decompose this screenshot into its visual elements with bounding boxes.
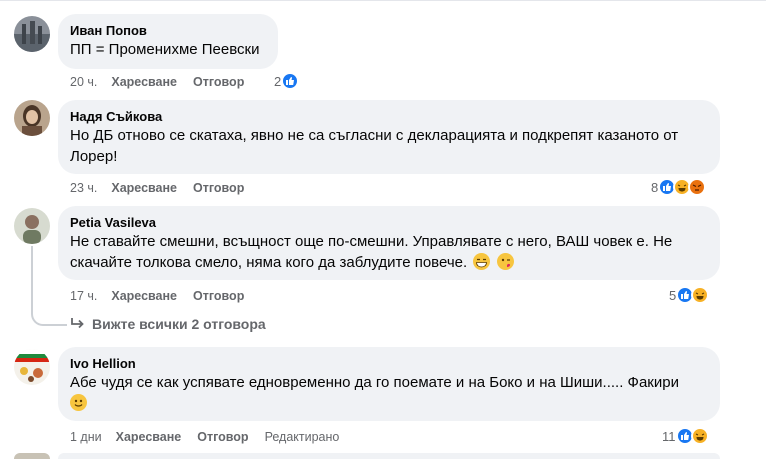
grin-emoji-icon bbox=[473, 253, 491, 270]
comment-text-line: Абе чудя се как успявате едновременно да… bbox=[70, 374, 679, 391]
like-button[interactable]: Харесване bbox=[111, 74, 177, 90]
reply-button[interactable]: Отговор bbox=[193, 74, 244, 90]
comment-author[interactable]: Petia Vasileva bbox=[70, 214, 708, 231]
reply-button[interactable]: Отговор bbox=[197, 429, 248, 445]
avatar[interactable] bbox=[14, 208, 50, 244]
comment-text: ПП = Променихме Пеевски bbox=[70, 41, 260, 58]
like-button[interactable]: Харесване bbox=[111, 288, 177, 304]
comment-bubble: Petia Vasileva Не ставайте смешни, всъщн… bbox=[58, 206, 720, 280]
view-replies-label: Вижте всички 2 отговора bbox=[92, 316, 266, 332]
reply-arrow-icon bbox=[71, 318, 84, 329]
avatar[interactable] bbox=[14, 349, 50, 385]
comment-author[interactable]: Иван Попов bbox=[70, 22, 266, 39]
reaction-summary[interactable]: 2 bbox=[274, 72, 300, 90]
thread-connector-line bbox=[31, 246, 67, 326]
next-comment-bubble-partial bbox=[58, 453, 720, 459]
comment-text-segment: скачайте толкова смело, няма кого да заб… bbox=[70, 254, 468, 271]
comment-text-line: скачайте толкова смело, няма кого да заб… bbox=[70, 252, 708, 273]
comment-bubble: Иван Попов ПП = Променихме Пеевски bbox=[58, 14, 278, 69]
comment-time[interactable]: 23 ч. bbox=[70, 180, 97, 196]
comment-time[interactable]: 1 дни bbox=[70, 429, 102, 445]
reaction-count: 2 bbox=[274, 73, 282, 89]
comment-actions: 23 ч. Харесване Отговор bbox=[70, 180, 260, 196]
angry-reaction-icon bbox=[688, 178, 707, 196]
reaction-summary[interactable]: 8 bbox=[651, 178, 707, 196]
view-replies-link[interactable]: Вижте всички 2 отговора bbox=[70, 316, 266, 332]
comment-text-line: Лорер! bbox=[70, 148, 118, 165]
comment-text-line: Не ставайте смешни, всъщност още по-смеш… bbox=[70, 233, 673, 250]
comment-author[interactable]: Ivo Hellion bbox=[70, 355, 708, 372]
reaction-summary[interactable]: 11 bbox=[662, 427, 709, 445]
next-avatar-partial bbox=[14, 453, 50, 459]
comment-item: Ivo Hellion Абе чудя се как успявате едн… bbox=[0, 347, 766, 459]
smile-emoji-icon bbox=[70, 394, 87, 411]
comment-actions: 1 дни Харесване Отговор Редактирано bbox=[70, 429, 339, 445]
avatar[interactable] bbox=[14, 16, 50, 52]
comment-text-line bbox=[70, 393, 708, 414]
comment-item: Надя Съйкова Но ДБ отново се скатаха, яв… bbox=[0, 100, 766, 205]
reaction-count: 8 bbox=[651, 179, 659, 195]
haha-reaction-icon bbox=[691, 286, 710, 304]
reaction-summary[interactable]: 5 bbox=[669, 286, 710, 304]
comment-time[interactable]: 17 ч. bbox=[70, 288, 97, 304]
comment-author[interactable]: Надя Съйкова bbox=[70, 108, 708, 125]
like-reaction-icon bbox=[281, 72, 300, 90]
reaction-count: 11 bbox=[662, 428, 676, 444]
haha-reaction-icon bbox=[690, 427, 709, 445]
comment-actions: 20 ч. Харесване Отговор bbox=[70, 74, 260, 90]
comment-actions: 17 ч. Харесване Отговор bbox=[70, 288, 260, 304]
comment-item: Иван Попов ПП = Променихме Пеевски 20 ч.… bbox=[0, 0, 766, 100]
comment-bubble: Надя Съйкова Но ДБ отново се скатаха, яв… bbox=[58, 100, 720, 174]
reply-button[interactable]: Отговор bbox=[193, 288, 244, 304]
reaction-count: 5 bbox=[669, 287, 677, 303]
comment-text-line: Но ДБ отново се скатаха, явно не са съгл… bbox=[70, 127, 679, 144]
comment-time[interactable]: 20 ч. bbox=[70, 74, 97, 90]
avatar[interactable] bbox=[14, 100, 50, 136]
reply-button[interactable]: Отговор bbox=[193, 180, 244, 196]
comment-bubble: Ivo Hellion Абе чудя се как успявате едн… bbox=[58, 347, 720, 421]
comment-item: Petia Vasileva Не ставайте смешни, всъщн… bbox=[0, 206, 766, 316]
wink-kiss-emoji-icon bbox=[496, 253, 514, 270]
like-button[interactable]: Харесване bbox=[116, 429, 182, 445]
like-button[interactable]: Харесване bbox=[111, 180, 177, 196]
edited-label: Редактирано bbox=[264, 430, 340, 444]
